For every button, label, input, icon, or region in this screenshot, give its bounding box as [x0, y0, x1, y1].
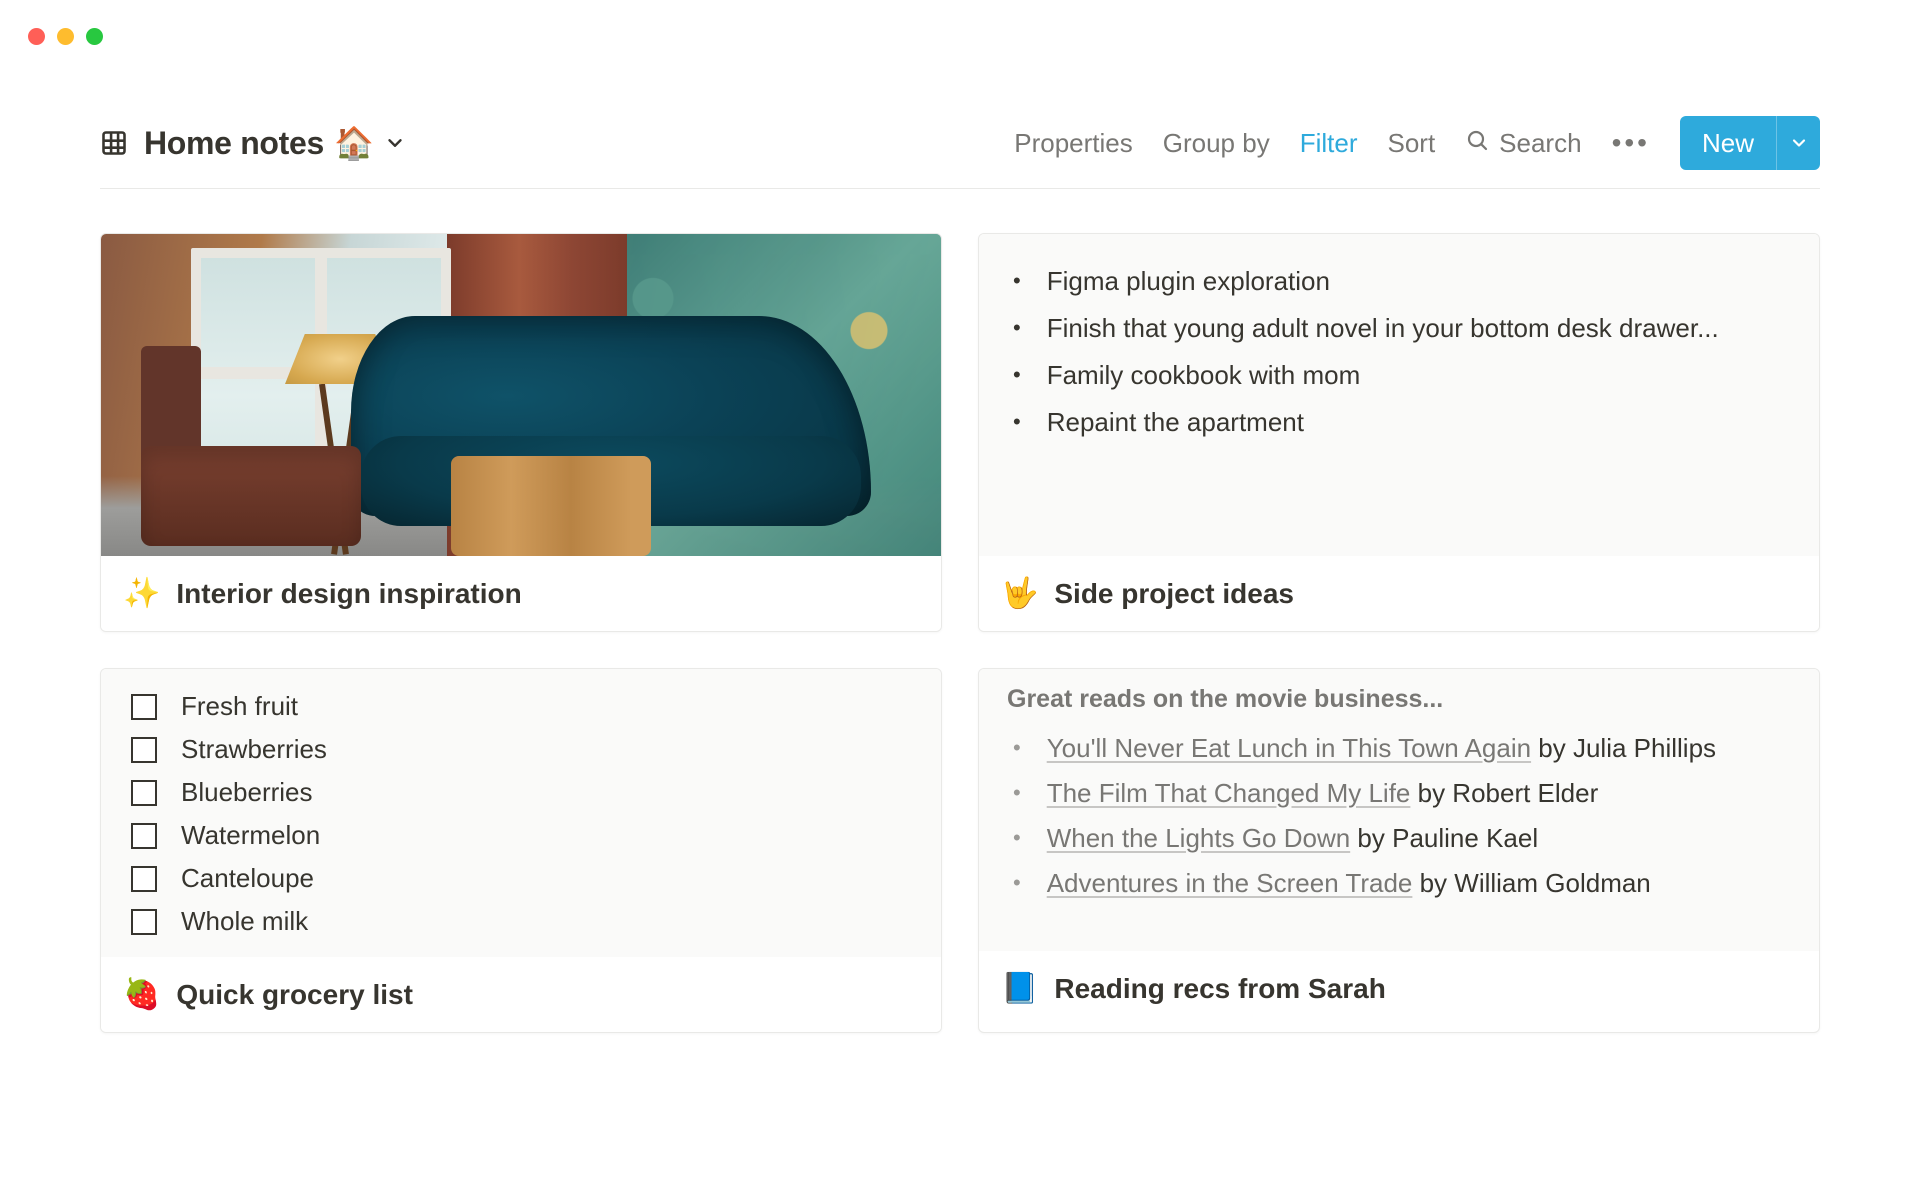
checkbox[interactable]	[131, 780, 157, 806]
search-icon	[1465, 128, 1489, 159]
card-title-text: Interior design inspiration	[176, 578, 521, 610]
book-byline: by William Goldman	[1412, 868, 1650, 898]
minimize-window-button[interactable]	[57, 28, 74, 45]
checklist-item: Whole milk	[131, 900, 913, 943]
checklist-item: Canteloupe	[131, 857, 913, 900]
window-traffic-lights	[28, 28, 103, 45]
checklist-item-text: Fresh fruit	[181, 691, 298, 722]
new-split-button: New	[1680, 116, 1820, 170]
card-interior-design[interactable]: ✨ Interior design inspiration	[100, 233, 942, 632]
gallery-view-icon	[100, 129, 128, 157]
sparkles-icon: ✨	[123, 576, 160, 611]
strawberry-icon: 🍓	[123, 977, 160, 1012]
list-item: When the Lights Go Down by Pauline Kael	[1007, 816, 1791, 861]
checkbox[interactable]	[131, 866, 157, 892]
filter-button[interactable]: Filter	[1300, 128, 1358, 159]
close-window-button[interactable]	[28, 28, 45, 45]
checkbox[interactable]	[131, 909, 157, 935]
side-projects-list: Figma plugin exploration Finish that you…	[1007, 258, 1791, 446]
checklist-item: Fresh fruit	[131, 685, 913, 728]
fullscreen-window-button[interactable]	[86, 28, 103, 45]
book-title-link[interactable]: Adventures in the Screen Trade	[1047, 868, 1413, 898]
card-title-text: Reading recs from Sarah	[1054, 973, 1385, 1005]
group-by-button[interactable]: Group by	[1163, 128, 1270, 159]
reading-heading: Great reads on the movie business...	[1007, 685, 1791, 714]
card-title-text: Quick grocery list	[176, 979, 413, 1011]
view-selector[interactable]: Home notes 🏠	[144, 124, 407, 162]
book-title-link[interactable]: The Film That Changed My Life	[1047, 778, 1411, 808]
list-item: Adventures in the Screen Trade by Willia…	[1007, 861, 1791, 906]
checkbox[interactable]	[131, 823, 157, 849]
list-item: Family cookbook with mom	[1007, 352, 1791, 399]
list-item: You'll Never Eat Lunch in This Town Agai…	[1007, 726, 1791, 771]
book-title-link[interactable]: When the Lights Go Down	[1047, 823, 1351, 853]
card-title-text: Side project ideas	[1054, 578, 1294, 610]
checkbox[interactable]	[131, 694, 157, 720]
checklist-item: Watermelon	[131, 814, 913, 857]
book-byline: by Julia Phillips	[1531, 733, 1716, 763]
card-cover-image	[101, 234, 941, 556]
new-dropdown-button[interactable]	[1776, 116, 1820, 170]
gallery-toolbar: Home notes 🏠 Properties Group by Filter …	[100, 110, 1820, 189]
grocery-checklist: Fresh fruit Strawberries Blueberries Wat…	[129, 685, 913, 943]
more-options-button[interactable]: •••	[1612, 127, 1650, 159]
checklist-item-text: Canteloupe	[181, 863, 314, 894]
sort-button[interactable]: Sort	[1387, 128, 1435, 159]
rock-hand-icon: 🤟	[1001, 576, 1038, 611]
book-byline: by Robert Elder	[1410, 778, 1598, 808]
search-label: Search	[1499, 128, 1581, 159]
list-item: Repaint the apartment	[1007, 399, 1791, 446]
list-item-text: Finish that young adult novel in your bo…	[1047, 313, 1719, 344]
checklist-item: Strawberries	[131, 728, 913, 771]
list-item: Figma plugin exploration	[1007, 258, 1791, 305]
checkbox[interactable]	[131, 737, 157, 763]
list-item-text: Figma plugin exploration	[1047, 266, 1330, 297]
gallery-grid: ✨ Interior design inspiration Figma plug…	[100, 233, 1820, 1033]
new-button[interactable]: New	[1680, 116, 1776, 170]
search-button[interactable]: Search	[1465, 128, 1581, 159]
list-item: The Film That Changed My Life by Robert …	[1007, 771, 1791, 816]
card-grocery-list[interactable]: Fresh fruit Strawberries Blueberries Wat…	[100, 668, 942, 1033]
book-icon: 📘	[1001, 971, 1038, 1006]
reading-list: You'll Never Eat Lunch in This Town Agai…	[1007, 726, 1791, 906]
chevron-down-icon	[383, 131, 407, 155]
view-title-text: Home notes	[144, 125, 324, 162]
book-title-link[interactable]: You'll Never Eat Lunch in This Town Agai…	[1047, 733, 1531, 763]
card-side-projects[interactable]: Figma plugin exploration Finish that you…	[978, 233, 1820, 632]
checklist-item-text: Strawberries	[181, 734, 327, 765]
view-emoji: 🏠	[334, 124, 374, 162]
list-item-text: Repaint the apartment	[1047, 407, 1304, 438]
checklist-item-text: Watermelon	[181, 820, 320, 851]
list-item-text: Family cookbook with mom	[1047, 360, 1361, 391]
checklist-item-text: Whole milk	[181, 906, 308, 937]
book-byline: by Pauline Kael	[1350, 823, 1538, 853]
checklist-item: Blueberries	[131, 771, 913, 814]
properties-button[interactable]: Properties	[1014, 128, 1133, 159]
list-item: Finish that young adult novel in your bo…	[1007, 305, 1791, 352]
card-reading-recs[interactable]: Great reads on the movie business... You…	[978, 668, 1820, 1033]
checklist-item-text: Blueberries	[181, 777, 313, 808]
